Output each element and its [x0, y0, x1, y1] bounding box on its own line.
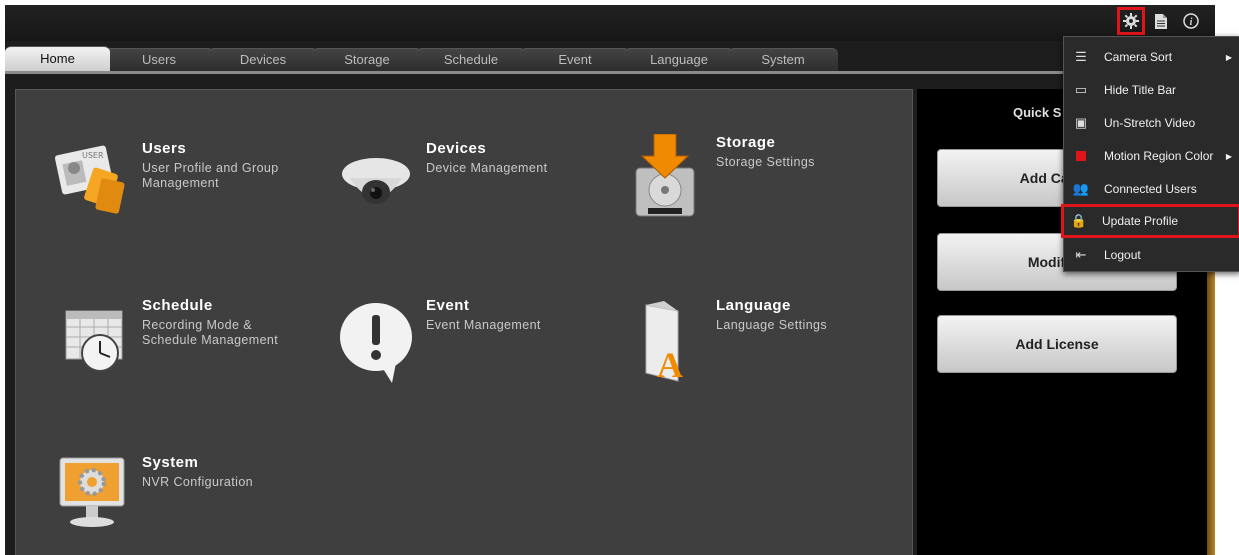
users-icon: 👥: [1072, 181, 1090, 196]
alert-bubble-icon: [336, 297, 416, 383]
tile-description: Event Management: [426, 318, 541, 332]
tile-event[interactable]: Event Event Management: [336, 297, 541, 383]
title-bar: i: [5, 5, 1215, 41]
tab-system[interactable]: System: [728, 48, 838, 71]
dome-camera-icon: [336, 140, 416, 220]
tile-title: Devices: [426, 140, 487, 157]
tab-home[interactable]: Home: [5, 46, 110, 71]
menu-item-camera-sort[interactable]: ☰ Camera Sort ▶: [1064, 41, 1239, 73]
tile-title: Schedule: [142, 297, 213, 314]
tile-description: Language Settings: [716, 318, 828, 332]
tab-language[interactable]: Language: [624, 48, 734, 71]
home-panel: USER Users User Profile and Group Manage…: [15, 89, 913, 555]
tile-description: Recording Mode & Schedule Management: [142, 318, 279, 347]
video-frame-icon: ▣: [1074, 115, 1088, 130]
menu-item-unstretch-video[interactable]: ▣ Un-Stretch Video: [1064, 107, 1239, 139]
monitor-gear-icon: [52, 454, 132, 534]
calendar-clock-icon: [52, 297, 132, 377]
menu-item-label: Un-Stretch Video: [1104, 116, 1196, 130]
tile-title: Language: [716, 297, 791, 314]
red-square-icon: [1068, 149, 1094, 164]
tile-system[interactable]: System NVR Configuration: [52, 454, 253, 534]
tile-title: Storage: [716, 134, 776, 151]
tab-event[interactable]: Event: [520, 48, 630, 71]
svg-text:A: A: [657, 345, 683, 383]
svg-text:USER: USER: [82, 151, 104, 160]
window-icon: ▭: [1074, 82, 1088, 97]
submenu-arrow-icon: ▶: [1225, 52, 1232, 62]
hard-drive-icon: [626, 133, 706, 217]
svg-text:i: i: [1190, 17, 1193, 28]
tile-storage[interactable]: Storage Storage Settings: [626, 133, 815, 217]
screen: i Home Users Devices Storage Schedule Ev…: [0, 0, 1239, 555]
menu-item-hide-title-bar[interactable]: ▭ Hide Title Bar: [1064, 74, 1239, 106]
menu-item-label: Motion Region Color: [1104, 149, 1214, 163]
menu-item-motion-region-color[interactable]: Motion Region Color ▶: [1064, 140, 1239, 172]
quick-setup-title: Quick S: [1013, 105, 1062, 120]
menu-item-connected-users[interactable]: 👥 Connected Users: [1064, 173, 1239, 205]
menu-item-label: Update Profile: [1102, 214, 1179, 228]
main-tab-bar: Home Users Devices Storage Schedule Even…: [5, 46, 865, 71]
settings-dropdown-menu: ☰ Camera Sort ▶ ▭ Hide Title Bar ▣ Un-St…: [1061, 36, 1239, 272]
gear-icon[interactable]: [1117, 7, 1145, 35]
tile-language[interactable]: A Language Language Settings: [626, 297, 828, 385]
list-icon: ☰: [1075, 49, 1087, 64]
submenu-arrow-icon: ▶: [1225, 151, 1232, 161]
tile-devices[interactable]: Devices Device Management: [336, 140, 547, 220]
tile-title: Event: [426, 297, 470, 314]
tile-description: NVR Configuration: [142, 475, 254, 489]
tab-devices[interactable]: Devices: [208, 48, 318, 71]
app-window: i Home Users Devices Storage Schedule Ev…: [5, 5, 1215, 555]
users-card-icon: USER: [52, 140, 132, 220]
language-folder-icon: A: [626, 297, 706, 385]
top-icon-bar: i: [1117, 7, 1203, 35]
tab-storage[interactable]: Storage: [312, 48, 422, 71]
tile-title: Users: [142, 140, 187, 157]
tile-users[interactable]: USER Users User Profile and Group Manage…: [52, 140, 302, 220]
document-icon[interactable]: [1149, 9, 1173, 33]
info-icon[interactable]: i: [1179, 9, 1203, 33]
tile-schedule[interactable]: Schedule Recording Mode & Schedule Manag…: [52, 297, 302, 377]
tile-description: User Profile and Group Management: [142, 161, 279, 190]
menu-item-update-profile[interactable]: 🔒 Update Profile: [1061, 204, 1239, 238]
lock-icon: 🔒: [1070, 213, 1088, 228]
tab-underline: [5, 71, 1215, 74]
tile-description: Storage Settings: [716, 155, 815, 169]
add-license-button[interactable]: Add License: [937, 315, 1177, 373]
tile-title: System: [142, 454, 199, 471]
tab-schedule[interactable]: Schedule: [416, 48, 526, 71]
menu-item-logout[interactable]: ⇤ Logout: [1064, 239, 1239, 271]
tile-description: Device Management: [426, 161, 548, 175]
logout-icon: ⇤: [1075, 247, 1087, 262]
menu-item-label: Logout: [1104, 248, 1141, 262]
tab-users[interactable]: Users: [104, 48, 214, 71]
menu-item-label: Camera Sort: [1104, 50, 1173, 64]
menu-item-label: Hide Title Bar: [1104, 83, 1177, 97]
menu-item-label: Connected Users: [1104, 182, 1197, 196]
